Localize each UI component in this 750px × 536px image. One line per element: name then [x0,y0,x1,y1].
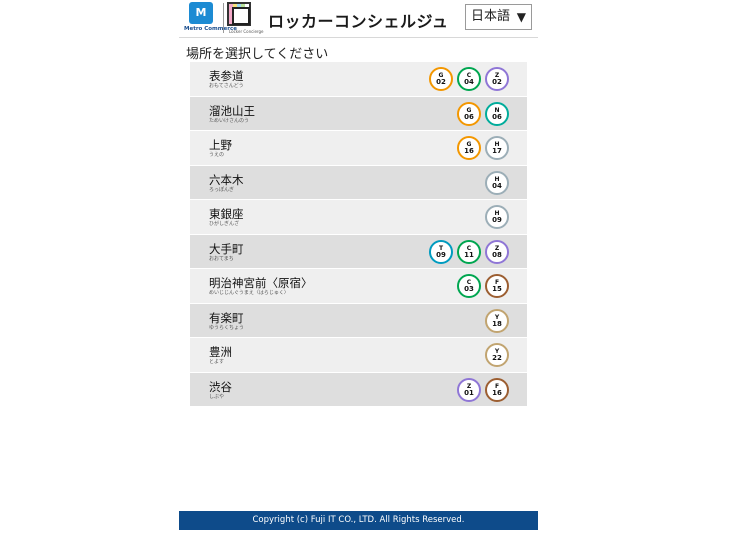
line-badges: H 09 [485,205,509,229]
line-badges: Y 22 [485,343,509,367]
logo-divider [223,3,224,33]
line-station-number: 22 [492,354,502,362]
line-number-icon: C 04 [457,67,481,91]
dropdown-arrow-icon: ▼ [516,10,526,24]
line-station-number: 06 [464,112,474,121]
locker-logo-text: Locker Concierge [229,29,264,34]
app-title: ロッカーコンシェルジュ [268,12,449,31]
line-station-number: 15 [492,285,502,293]
station-kana: ひがしぎんざ [209,221,240,227]
line-number-icon: N 06 [485,101,509,126]
line-station-number: 09 [492,216,502,224]
line-station-number: 02 [492,78,502,86]
line-station-number: 16 [464,147,474,155]
station-row[interactable]: 上野 うえの G 16 H 17 [190,131,527,166]
station-list: 表参道 おもてさんどう G 02 C 04 Z 02 溜池山王 ためいけさんのう G 06 N 06 上野う… [190,62,527,407]
locker-icon [227,2,251,26]
line-number-icon: H 09 [485,205,509,229]
line-station-number: 02 [436,78,446,86]
language-value: 日本語 [471,9,511,24]
metro-commerce-logo[interactable]: M Metro Commerce [184,2,237,36]
line-number-icon: Z 08 [485,239,509,264]
station-row[interactable]: 明治神宮前〈原宿〉 めいじじんぐうまえ〈はらじゅく〉 C 03 F 15 [190,269,527,304]
station-row[interactable]: 東銀座 ひがしぎんざ H 09 [190,200,527,235]
station-kana: うえの [209,152,225,158]
line-badges: H 04 [485,170,509,195]
line-station-number: 01 [464,388,474,397]
station-row[interactable]: 豊洲 とよす Y 22 [190,338,527,373]
line-badges: G 02 C 04 Z 02 [429,67,509,91]
line-station-number: 17 [492,147,502,155]
line-badges: Z 01 F 16 [457,377,509,402]
station-kana: とよす [209,359,225,365]
line-station-number: 18 [492,319,502,328]
line-station-number: 16 [492,388,502,397]
station-row[interactable]: 溜池山王 ためいけさんのう G 06 N 06 [190,96,527,131]
locker-concierge-logo[interactable]: Locker Concierge [227,2,263,36]
line-number-icon: F 15 [485,274,509,298]
station-kana: おおてまち [209,255,234,262]
line-number-icon: G 16 [457,136,481,160]
station-row[interactable]: 渋谷 しぶや Z 01 F 16 [190,372,527,407]
footer-copyright: Copyright (c) Fuji IT CO., LTD. All Righ… [179,511,538,530]
line-station-number: 08 [492,250,502,259]
station-kana: ろっぽんぎ [209,186,235,193]
line-number-icon: T 09 [429,239,453,264]
line-number-icon: C 11 [457,239,481,264]
header: M Metro Commerce Locker Concierge ロッカーコン… [179,0,538,38]
line-number-icon: Y 18 [485,308,509,333]
line-station-number: 03 [464,285,474,293]
station-row[interactable]: 大手町 おおてまち T 09 C 11 Z 08 [190,234,527,269]
line-badges: Y 18 [485,308,509,333]
line-badges: T 09 C 11 Z 08 [429,239,509,264]
line-number-icon: Z 02 [485,67,509,91]
line-station-number: 09 [436,250,446,259]
line-station-number: 06 [492,112,502,121]
station-row[interactable]: 有楽町 ゆうらくちょう Y 18 [190,303,527,338]
line-number-icon: Z 01 [457,377,481,402]
line-number-icon: F 16 [485,377,509,402]
line-number-icon: H 17 [485,136,509,160]
line-station-number: 11 [464,250,474,259]
station-kana: めいじじんぐうまえ〈はらじゅく〉 [209,290,289,296]
line-badges: G 06 N 06 [457,101,509,126]
line-number-icon: G 06 [457,101,481,126]
line-number-icon: Y 22 [485,343,509,367]
metro-m-icon: M [189,2,213,24]
line-number-icon: G 02 [429,67,453,91]
line-number-icon: C 03 [457,274,481,298]
station-kana: ゆうらくちょう [209,324,245,331]
station-row[interactable]: 六本木 ろっぽんぎ H 04 [190,165,527,200]
line-badges: G 16 H 17 [457,136,509,160]
app-container: M Metro Commerce Locker Concierge ロッカーコン… [179,0,538,536]
station-kana: おもてさんどう [209,83,244,89]
select-location-prompt: 場所を選択してください [186,47,329,62]
line-badges: C 03 F 15 [457,274,509,298]
language-select[interactable]: 日本語 ▼ [465,4,532,30]
line-station-number: 04 [492,181,502,190]
line-number-icon: H 04 [485,170,509,195]
metro-logo-text: Metro Commerce [184,26,237,32]
line-station-number: 04 [464,78,474,86]
station-kana: ためいけさんのう [209,117,250,124]
station-kana: しぶや [209,393,225,400]
station-row[interactable]: 表参道 おもてさんどう G 02 C 04 Z 02 [190,62,527,97]
